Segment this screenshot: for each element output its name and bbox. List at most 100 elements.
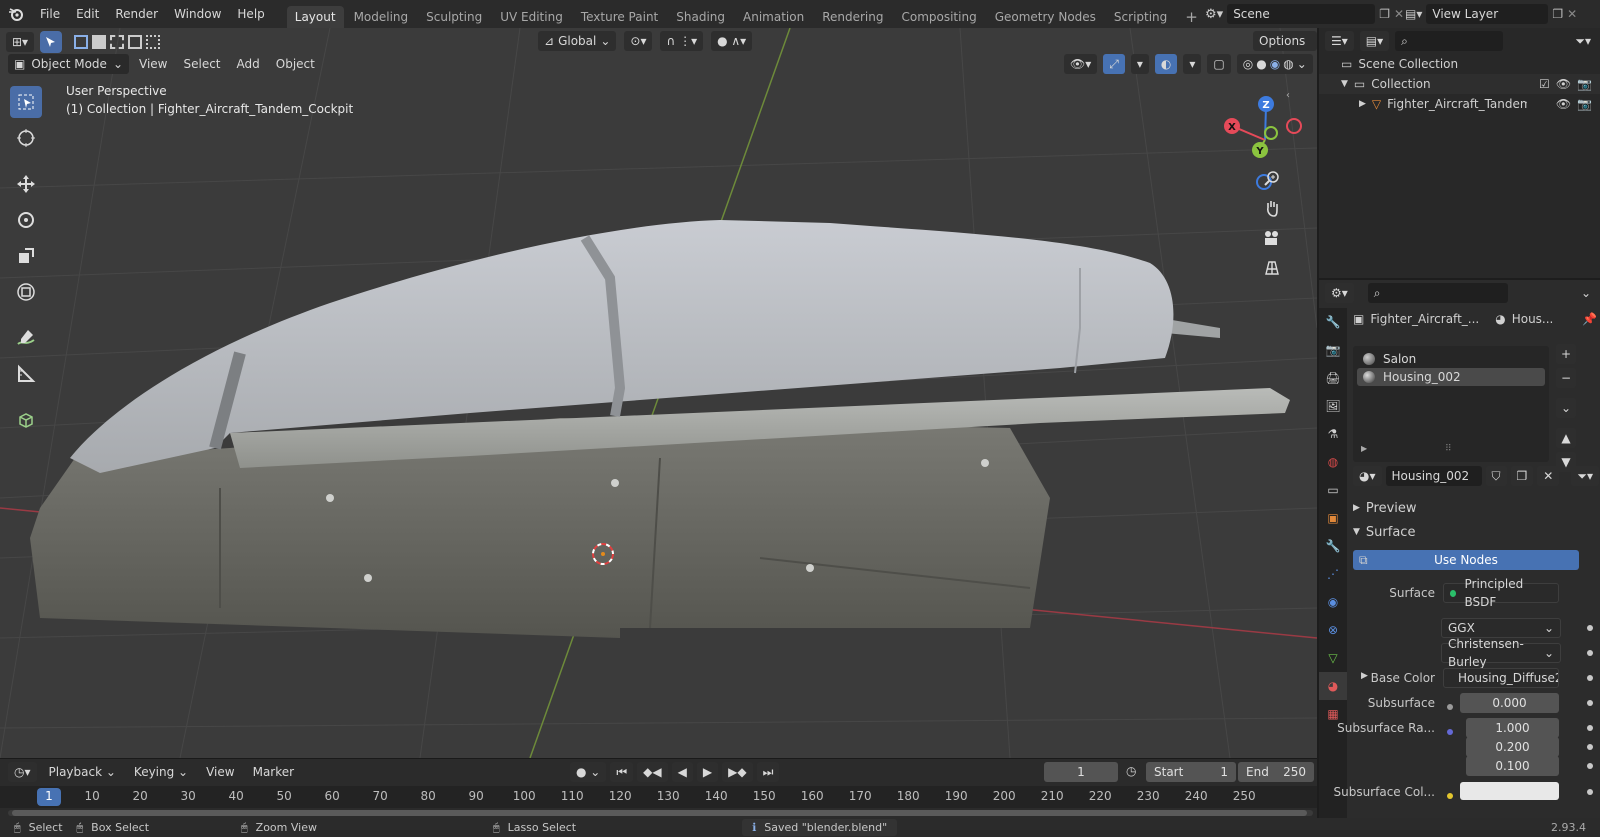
material-slot-housing[interactable]: Housing_002 (1357, 368, 1545, 386)
preview-panel-header[interactable]: ▶ Preview (1353, 498, 1597, 518)
new-scene-icon[interactable]: ❐ (1379, 7, 1390, 21)
transform-orientation-dropdown[interactable]: ⊿ Global ⌄ (538, 31, 617, 51)
select-subtract-icon[interactable] (110, 35, 125, 49)
viewport-scene[interactable] (0, 28, 1317, 758)
surface-panel-header[interactable]: ▼ Surface (1353, 522, 1597, 542)
menu-file[interactable]: File (32, 0, 68, 28)
timeline-menu-view[interactable]: View (200, 762, 240, 782)
fake-user-icon[interactable]: ⛉ (1485, 466, 1507, 486)
world-tab-icon[interactable]: ◍ (1319, 448, 1347, 476)
add-slot-icon[interactable]: + (1556, 344, 1576, 364)
subsurface-radius-x-field[interactable]: 1.000 (1466, 718, 1559, 738)
duplicate-material-icon[interactable]: ❐ (1510, 466, 1534, 486)
timeline-menu-keying[interactable]: Keying ⌄ (128, 762, 194, 782)
rotate-tool-icon[interactable] (10, 204, 42, 236)
base-color-field[interactable]: Housing_Diffuse2.... (1443, 668, 1559, 688)
delete-scene-icon[interactable]: ✕ (1394, 7, 1404, 21)
subsurface-radius-y-field[interactable]: 0.200 (1466, 737, 1559, 757)
render-tab-icon[interactable]: 📷 (1319, 336, 1347, 364)
render-camera-icon[interactable]: 📷 (1577, 97, 1592, 111)
jump-keyframe-forward-icon[interactable]: ▶◆ (722, 762, 753, 782)
measure-tool-icon[interactable] (10, 358, 42, 390)
gizmo-neg-y-icon[interactable] (1264, 126, 1278, 140)
camera-view-icon[interactable] (1258, 224, 1286, 252)
tab-shading[interactable]: Shading (668, 6, 733, 28)
view-layer-tab-icon[interactable]: 🖼 (1319, 392, 1347, 420)
tab-layout[interactable]: Layout (286, 6, 344, 28)
keyframe-dot[interactable] (1587, 789, 1593, 795)
annotate-tool-icon[interactable] (10, 322, 42, 354)
ortho-grid-icon[interactable] (1258, 254, 1286, 282)
pivot-point-icon[interactable]: ⊙▾ (624, 31, 653, 51)
timeline-editor-type-icon[interactable]: ◷▾ (8, 762, 37, 782)
outliner-row-collection[interactable]: ▼ ▭ Collection ☑ 👁 📷 (1319, 74, 1600, 94)
context-material-name[interactable]: Hous... (1512, 312, 1554, 326)
move-tool-icon[interactable] (10, 168, 42, 200)
timeline-menu-playback[interactable]: Playback ⌄ (43, 762, 122, 782)
color-socket[interactable] (1447, 788, 1461, 802)
jump-keyframe-back-icon[interactable]: ◆◀ (637, 762, 668, 782)
resize-handle-icon[interactable]: ⠿ (1445, 444, 1452, 454)
display-mode-icon[interactable]: ▤▾ (1359, 31, 1390, 51)
tab-sculpting[interactable]: Sculpting (418, 6, 490, 28)
link-type-icon[interactable]: ⏷▾ (1571, 466, 1599, 486)
select-invert-icon[interactable] (128, 35, 143, 49)
record-keyframe-icon[interactable]: ● ⌄ (570, 762, 607, 782)
menu-help[interactable]: Help (229, 0, 272, 28)
physics-tab-icon[interactable]: ◉ (1319, 588, 1347, 616)
tab-texture-paint[interactable]: Texture Paint (573, 6, 666, 28)
delete-view-layer-icon[interactable]: ✕ (1567, 7, 1577, 21)
gizmo-neg-x-icon[interactable] (1286, 118, 1302, 134)
editor-type-icon[interactable]: ⊞▾ (6, 32, 35, 52)
sidebar-toggle-icon[interactable]: ‹ (1286, 90, 1290, 101)
frame-ruler[interactable]: 1 10 20 30 40 50 60 70 80 90 100 110 120 130 140 150 160… (0, 786, 1317, 808)
tab-modeling[interactable]: Modeling (346, 6, 417, 28)
surface-shader-field[interactable]: Principled BSDF (1443, 577, 1559, 609)
scene-icon[interactable]: ⚙▾ (1205, 7, 1223, 22)
transform-tool-icon[interactable] (10, 276, 42, 308)
tab-scripting[interactable]: Scripting (1106, 6, 1175, 28)
modifier-tab-icon[interactable]: 🔧 (1319, 532, 1347, 560)
unlink-material-icon[interactable]: ✕ (1537, 466, 1560, 486)
preview-range-icon[interactable]: ◷ (1126, 764, 1136, 778)
jump-end-icon[interactable]: ⏭ (756, 762, 780, 782)
output-tab-icon[interactable]: 🖨 (1319, 364, 1347, 392)
3d-viewport[interactable]: ⊞▾ ⊿ Global ⌄ ⊙▾ ∩ ⋮▾ ● ∧▾ Options ⌄ ▣ O… (0, 28, 1317, 758)
zoom-icon[interactable] (1258, 164, 1286, 192)
subsurface-radius-z-field[interactable]: 0.100 (1466, 756, 1559, 776)
outliner-editor-type-icon[interactable]: ☰▾ (1325, 31, 1354, 51)
properties-search-input[interactable]: ⌕ (1367, 283, 1508, 303)
context-object-name[interactable]: Fighter_Aircraft_... (1370, 312, 1479, 326)
remove-slot-icon[interactable]: − (1556, 368, 1576, 388)
select-box-tool-icon[interactable] (10, 86, 42, 118)
move-slot-up-icon[interactable]: ▲ (1556, 428, 1576, 448)
select-intersect-icon[interactable] (146, 35, 161, 49)
play-icon[interactable]: ▶ (696, 762, 719, 782)
options-dropdown[interactable]: Options ⌄ (1253, 31, 1317, 68)
select-mode-icon[interactable] (40, 31, 63, 53)
xray-toggle-icon[interactable]: ▢ (1207, 54, 1231, 74)
snap-icon[interactable]: ∩ ⋮▾ (660, 31, 704, 51)
expand-arrow-icon[interactable]: ▼ (1341, 79, 1348, 89)
tab-rendering[interactable]: Rendering (814, 6, 891, 28)
proportional-editing-icon[interactable]: ● ∧▾ (711, 31, 753, 51)
scale-tool-icon[interactable] (10, 240, 42, 272)
add-workspace-icon[interactable]: + (1177, 6, 1206, 28)
slot-specials-icon[interactable]: ⌄ (1556, 398, 1576, 418)
collection-tab-icon[interactable]: ▭ (1319, 476, 1347, 504)
expand-arrow-icon[interactable]: ▶ (1359, 99, 1366, 109)
visibility-eye-icon[interactable]: 👁 (1556, 77, 1571, 91)
wireframe-shading-icon[interactable]: ◎ (1243, 54, 1253, 74)
subsurface-value-field[interactable]: 0.000 (1460, 693, 1559, 713)
keyframe-dot[interactable] (1587, 650, 1593, 656)
outliner-search-input[interactable]: ⌕ (1395, 31, 1504, 51)
mode-dropdown[interactable]: ▣ Object Mode ⌄ (8, 54, 129, 74)
keyframe-dot[interactable] (1587, 763, 1593, 769)
timeline-scrollbar[interactable] (8, 810, 1313, 816)
vector-socket[interactable] (1447, 724, 1461, 738)
select-new-icon[interactable] (74, 35, 89, 49)
viewport-menu-object[interactable]: Object (270, 54, 321, 74)
material-tab-icon[interactable]: ◕ (1319, 672, 1347, 700)
tab-animation[interactable]: Animation (735, 6, 812, 28)
tab-geometry-nodes[interactable]: Geometry Nodes (987, 6, 1104, 28)
